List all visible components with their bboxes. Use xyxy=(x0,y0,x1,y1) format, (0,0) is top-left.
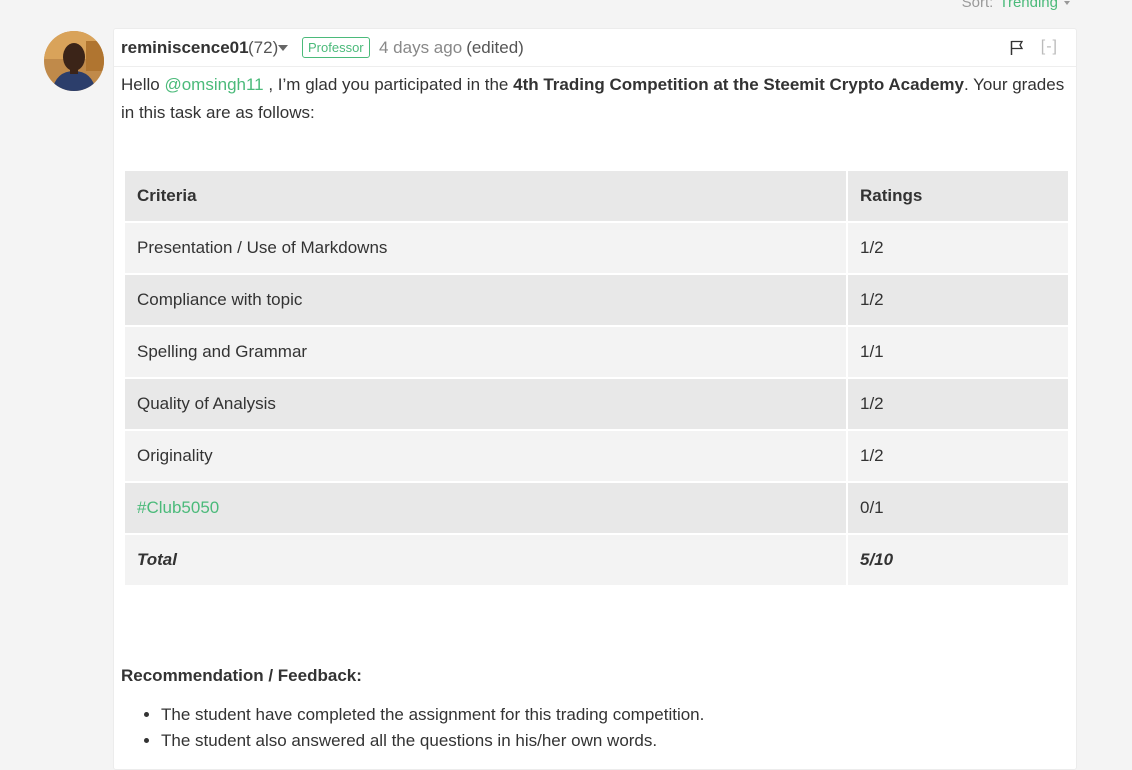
criteria-cell: Spelling and Grammar xyxy=(125,327,846,377)
rating-cell: 1/2 xyxy=(848,223,1068,273)
table-row: Compliance with topic 1/2 xyxy=(125,275,1068,325)
author-reputation: (72) xyxy=(248,38,279,57)
edited-label: (edited) xyxy=(466,38,524,57)
user-mention-link[interactable]: @omsingh11 xyxy=(164,75,263,94)
total-label: Total xyxy=(125,535,846,585)
criteria-cell: Quality of Analysis xyxy=(125,379,846,429)
table-total-row: Total 5/10 xyxy=(125,535,1068,585)
time-ago[interactable]: 4 days ago xyxy=(379,38,462,57)
criteria-cell: Presentation / Use of Markdowns xyxy=(125,223,846,273)
avatar[interactable] xyxy=(44,31,104,91)
collapse-button[interactable]: [-] xyxy=(1041,38,1058,56)
sort-bar[interactable]: Sort: Trending xyxy=(962,0,1070,11)
header-ratings: Ratings xyxy=(848,171,1068,221)
comment-card: reminiscence01 (72) Professor 4 days ago… xyxy=(113,28,1077,770)
feedback-list: The student have completed the assignmen… xyxy=(121,702,1069,754)
rating-cell: 1/2 xyxy=(848,431,1068,481)
table-row: #Club5050 0/1 xyxy=(125,483,1068,533)
feedback-heading: Recommendation / Feedback: xyxy=(121,666,362,685)
rating-cell: 1/2 xyxy=(848,379,1068,429)
sort-value[interactable]: Trending xyxy=(999,0,1058,11)
intro-paragraph: Hello @omsingh11 , I’m glad you particip… xyxy=(121,71,1069,127)
criteria-cell: Originality xyxy=(125,431,846,481)
rating-cell: 1/1 xyxy=(848,327,1068,377)
list-item: The student also answered all the questi… xyxy=(161,728,1069,754)
total-value: 5/10 xyxy=(848,535,1068,585)
avatar-image xyxy=(44,31,104,91)
list-item: The student have completed the assignmen… xyxy=(161,702,1069,728)
table-row: Quality of Analysis 1/2 xyxy=(125,379,1068,429)
intro-greeting: Hello xyxy=(121,75,165,94)
comment-header: reminiscence01 (72) Professor 4 days ago… xyxy=(114,29,1076,67)
author-dropdown-icon[interactable] xyxy=(278,45,288,51)
club5050-tag-link[interactable]: #Club5050 xyxy=(137,498,219,517)
criteria-cell: #Club5050 xyxy=(125,483,846,533)
table-row: Spelling and Grammar 1/1 xyxy=(125,327,1068,377)
intro-mid: , I’m glad you participated in the xyxy=(263,75,514,94)
comment-timestamp[interactable]: 4 days ago (edited) xyxy=(379,38,524,58)
intro-bold: 4th Trading Competition at the Steemit C… xyxy=(513,75,964,94)
comment-body: Hello @omsingh11 , I’m glad you particip… xyxy=(114,71,1076,754)
author-name[interactable]: reminiscence01 xyxy=(121,38,249,58)
sort-label: Sort: xyxy=(961,0,994,11)
table-row: Presentation / Use of Markdowns 1/2 xyxy=(125,223,1068,273)
rating-cell: 1/2 xyxy=(848,275,1068,325)
header-criteria: Criteria xyxy=(125,171,846,221)
chevron-down-icon[interactable] xyxy=(1064,1,1070,6)
criteria-cell: Compliance with topic xyxy=(125,275,846,325)
flag-icon[interactable] xyxy=(1010,40,1024,56)
table-header-row: Criteria Ratings xyxy=(125,171,1068,221)
table-row: Originality 1/2 xyxy=(125,431,1068,481)
grades-table: Criteria Ratings Presentation / Use of M… xyxy=(123,169,1070,587)
rating-cell: 0/1 xyxy=(848,483,1068,533)
role-badge: Professor xyxy=(302,37,370,58)
